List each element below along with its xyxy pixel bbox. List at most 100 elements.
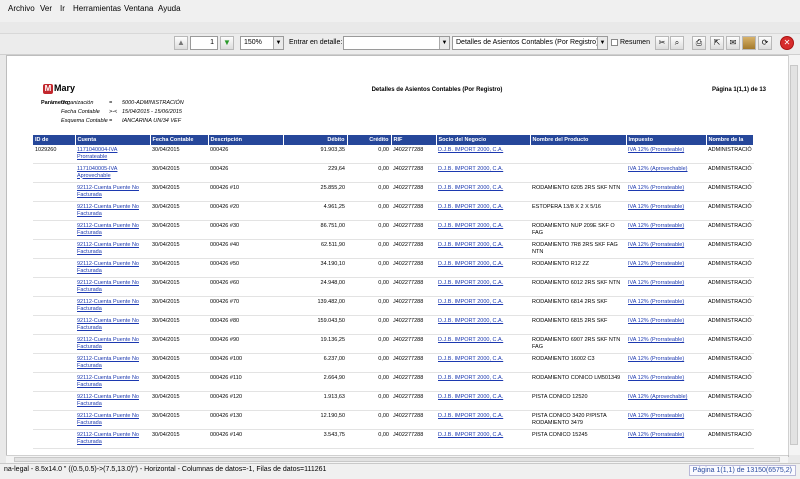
cell-impuesto[interactable]: IVA 12% (Prorrateable) bbox=[626, 372, 706, 392]
page-number-input[interactable]: 1 bbox=[190, 36, 218, 50]
cell-socio[interactable]: D.J.B. IMPORT 2000, C.A. bbox=[436, 315, 530, 335]
cell-socio[interactable]: D.J.B. IMPORT 2000, C.A. bbox=[436, 258, 530, 278]
cell-rif: J402277288 bbox=[391, 182, 436, 202]
cell-impuesto[interactable]: IVA 12% (Prorrateable) bbox=[626, 201, 706, 221]
vertical-scroll-thumb[interactable] bbox=[790, 65, 798, 445]
menu-ventana[interactable]: Ventana bbox=[124, 4, 153, 13]
cell-impuesto[interactable]: IVA 12% (Prorrateable) bbox=[626, 220, 706, 240]
column-header-descripcion[interactable]: Descripción bbox=[208, 135, 284, 145]
param-name: Organización bbox=[61, 100, 94, 106]
cell-impuesto[interactable]: IVA 12% (Prorrateable) bbox=[626, 315, 706, 335]
cell-socio[interactable]: D.J.B. IMPORT 2000, C.A. bbox=[436, 429, 530, 449]
status-text: na-legal - 8.5x14.0 " ((0.5,0.5)->(7.5,1… bbox=[4, 466, 327, 473]
column-header-credito[interactable]: Crédito bbox=[347, 135, 392, 145]
page-first-icon[interactable]: ▲ bbox=[174, 36, 188, 50]
cell-socio[interactable]: D.J.B. IMPORT 2000, C.A. bbox=[436, 391, 530, 411]
cell-cuenta[interactable]: 92112-Cuenta Puente No Facturada bbox=[75, 258, 150, 278]
cell-cuenta[interactable]: 92112-Cuenta Puente No Facturada bbox=[75, 201, 150, 221]
cell-producto: RODAMIENTO 6205 2RS SKF NTN bbox=[530, 182, 626, 202]
column-header-producto[interactable]: Nombre del Producto bbox=[530, 135, 627, 145]
cell-debito: 25.855,20 bbox=[283, 182, 347, 202]
column-header-socio[interactable]: Socio del Negocio bbox=[436, 135, 531, 145]
cell-cuenta[interactable]: 92112-Cuenta Puente No Facturada bbox=[75, 410, 150, 430]
export-icon[interactable]: ⇱ bbox=[710, 36, 724, 50]
cell-socio[interactable]: D.J.B. IMPORT 2000, C.A. bbox=[436, 277, 530, 297]
cell-id bbox=[33, 258, 75, 278]
cell-socio[interactable]: D.J.B. IMPORT 2000, C.A. bbox=[436, 163, 530, 183]
menu-ir[interactable]: Ir bbox=[60, 4, 65, 13]
cell-socio[interactable]: D.J.B. IMPORT 2000, C.A. bbox=[436, 410, 530, 430]
cell-impuesto[interactable]: IVA 12% (Aprovechable) bbox=[626, 391, 706, 411]
zoom-select[interactable]: 150% ▼ bbox=[240, 36, 284, 50]
column-header-organizacion[interactable]: Nombre de la bbox=[706, 135, 755, 145]
cell-cuenta[interactable]: 92112-Cuenta Puente No Facturada bbox=[75, 239, 150, 259]
column-header-id[interactable]: ID de bbox=[33, 135, 76, 145]
table-row: 92112-Cuenta Puente No Facturada 30/04/20… bbox=[33, 334, 754, 354]
cell-impuesto[interactable]: IVA 12% (Prorrateable) bbox=[626, 182, 706, 202]
cell-cuenta[interactable]: 92112-Cuenta Puente No Facturada bbox=[75, 372, 150, 392]
cell-impuesto[interactable]: IVA 12% (Prorrateable) bbox=[626, 277, 706, 297]
cell-cuenta[interactable]: 92112-Cuenta Puente No Facturada bbox=[75, 296, 150, 316]
param-name: Esquema Contable bbox=[61, 118, 108, 124]
column-header-rif[interactable]: RIF bbox=[391, 135, 437, 145]
cell-socio[interactable]: D.J.B. IMPORT 2000, C.A. bbox=[436, 182, 530, 202]
cell-socio[interactable]: D.J.B. IMPORT 2000, C.A. bbox=[436, 334, 530, 354]
cell-impuesto[interactable]: IVA 12% (Prorrateable) bbox=[626, 334, 706, 354]
cell-debito: 12.190,50 bbox=[283, 410, 347, 430]
menu-ver[interactable]: Ver bbox=[40, 4, 52, 13]
magnifier-icon[interactable]: ⌕ bbox=[670, 36, 684, 50]
cell-impuesto[interactable]: IVA 12% (Prorrateable) bbox=[626, 296, 706, 316]
cell-fecha: 30/04/2015 bbox=[150, 372, 208, 392]
wrench-icon[interactable]: ✂ bbox=[655, 36, 669, 50]
status-page-info[interactable]: Página 1(1,1) de 13150(6575,2) bbox=[688, 465, 796, 476]
cell-socio[interactable]: D.J.B. IMPORT 2000, C.A. bbox=[436, 145, 530, 164]
logo-badge-icon: M bbox=[43, 84, 53, 94]
column-header-cuenta[interactable]: Cuenta bbox=[75, 135, 151, 145]
menu-archivo[interactable]: Archivo bbox=[8, 4, 35, 13]
cell-cuenta[interactable]: 1171040005-IVA Aprovechable bbox=[75, 163, 150, 183]
vertical-scrollbar[interactable] bbox=[788, 55, 800, 455]
cell-cuenta[interactable]: 92112-Cuenta Puente No Facturada bbox=[75, 429, 150, 449]
cell-socio[interactable]: D.J.B. IMPORT 2000, C.A. bbox=[436, 353, 530, 373]
cell-impuesto[interactable]: IVA 12% (Prorrateable) bbox=[626, 353, 706, 373]
cell-impuesto[interactable]: IVA 12% (Aprovechable) bbox=[626, 163, 706, 183]
cell-cuenta[interactable]: 1171040004-IVA Prorrateable bbox=[75, 145, 150, 164]
column-header-impuesto[interactable]: Impuesto bbox=[626, 135, 707, 145]
cell-socio[interactable]: D.J.B. IMPORT 2000, C.A. bbox=[436, 372, 530, 392]
send-icon[interactable]: ✉ bbox=[726, 36, 740, 50]
cell-cuenta[interactable]: 92112-Cuenta Puente No Facturada bbox=[75, 353, 150, 373]
summary-checkbox[interactable] bbox=[611, 39, 618, 46]
cell-cuenta[interactable]: 92112-Cuenta Puente No Facturada bbox=[75, 220, 150, 240]
cell-impuesto[interactable]: IVA 12% (Prorrateable) bbox=[626, 429, 706, 449]
table-row: 92112-Cuenta Puente No Facturada 30/04/20… bbox=[33, 239, 754, 259]
cell-impuesto[interactable]: IVA 12% (Prorrateable) bbox=[626, 258, 706, 278]
report-select[interactable]: Detalles de Asientos Contables (Por Regi… bbox=[452, 36, 608, 50]
menu-herramientas[interactable]: Herramientas bbox=[73, 4, 121, 13]
cell-socio[interactable]: D.J.B. IMPORT 2000, C.A. bbox=[436, 239, 530, 259]
cell-cuenta[interactable]: 92112-Cuenta Puente No Facturada bbox=[75, 182, 150, 202]
horizontal-scroll-thumb[interactable] bbox=[14, 457, 780, 462]
cell-impuesto[interactable]: IVA 12% (Prorrateable) bbox=[626, 239, 706, 259]
menu-ayuda[interactable]: Ayuda bbox=[158, 4, 181, 13]
page-next-icon[interactable]: ▼ bbox=[220, 36, 234, 50]
print-icon[interactable]: ⎙ bbox=[692, 36, 706, 50]
param-name: Fecha Contable bbox=[61, 109, 100, 115]
cell-socio[interactable]: D.J.B. IMPORT 2000, C.A. bbox=[436, 220, 530, 240]
cell-impuesto[interactable]: IVA 12% (Prorrateable) bbox=[626, 145, 706, 164]
close-icon[interactable]: ✕ bbox=[780, 36, 794, 50]
cell-socio[interactable]: D.J.B. IMPORT 2000, C.A. bbox=[436, 201, 530, 221]
cell-cuenta[interactable]: 92112-Cuenta Puente No Facturada bbox=[75, 277, 150, 297]
archive-icon[interactable] bbox=[742, 36, 756, 50]
cell-debito: 229,64 bbox=[283, 163, 347, 183]
cell-cuenta[interactable]: 92112-Cuenta Puente No Facturada bbox=[75, 334, 150, 354]
enter-detail-select[interactable]: ▼ bbox=[343, 36, 450, 50]
cell-producto: RODAMIENTO 7R8 2RS SKF FAG NTN bbox=[530, 239, 626, 259]
cell-cuenta[interactable]: 92112-Cuenta Puente No Facturada bbox=[75, 315, 150, 335]
column-header-debito[interactable]: Débito bbox=[283, 135, 348, 145]
cell-impuesto[interactable]: IVA 12% (Prorrateable) bbox=[626, 410, 706, 430]
refresh-icon[interactable]: ⟳ bbox=[758, 36, 772, 50]
column-header-fecha[interactable]: Fecha Contable bbox=[150, 135, 209, 145]
cell-socio[interactable]: D.J.B. IMPORT 2000, C.A. bbox=[436, 296, 530, 316]
param-value: 15/04/2015 - 15/06/2015 bbox=[122, 109, 182, 115]
cell-cuenta[interactable]: 92112-Cuenta Puente No Facturada bbox=[75, 391, 150, 411]
